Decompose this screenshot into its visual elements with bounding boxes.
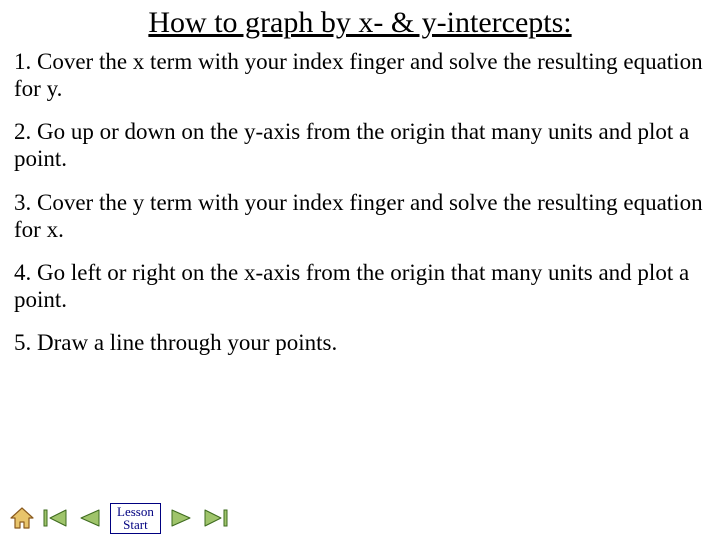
last-button[interactable] — [201, 505, 229, 531]
lesson-start-button[interactable]: Lesson Start — [110, 503, 161, 534]
last-icon — [201, 506, 229, 530]
next-icon — [168, 506, 194, 530]
slide: How to graph by x- & y-intercepts: 1. Co… — [0, 0, 720, 540]
lesson-start-label-line2: Start — [117, 518, 154, 532]
first-icon — [42, 506, 70, 530]
nav-bar: Lesson Start — [8, 503, 229, 534]
step-item: 5. Draw a line through your points. — [14, 329, 706, 356]
step-item: 2. Go up or down on the y-axis from the … — [14, 118, 706, 172]
home-icon — [9, 506, 35, 530]
step-item: 1. Cover the x term with your index fing… — [14, 48, 706, 102]
step-item: 3. Cover the y term with your index fing… — [14, 189, 706, 243]
slide-title: How to graph by x- & y-intercepts: — [0, 0, 720, 40]
next-button[interactable] — [167, 505, 195, 531]
first-button[interactable] — [42, 505, 70, 531]
prev-icon — [77, 506, 103, 530]
home-button[interactable] — [8, 505, 36, 531]
prev-button[interactable] — [76, 505, 104, 531]
steps-list: 1. Cover the x term with your index fing… — [0, 40, 720, 356]
lesson-start-label-line1: Lesson — [117, 505, 154, 519]
step-item: 4. Go left or right on the x-axis from t… — [14, 259, 706, 313]
